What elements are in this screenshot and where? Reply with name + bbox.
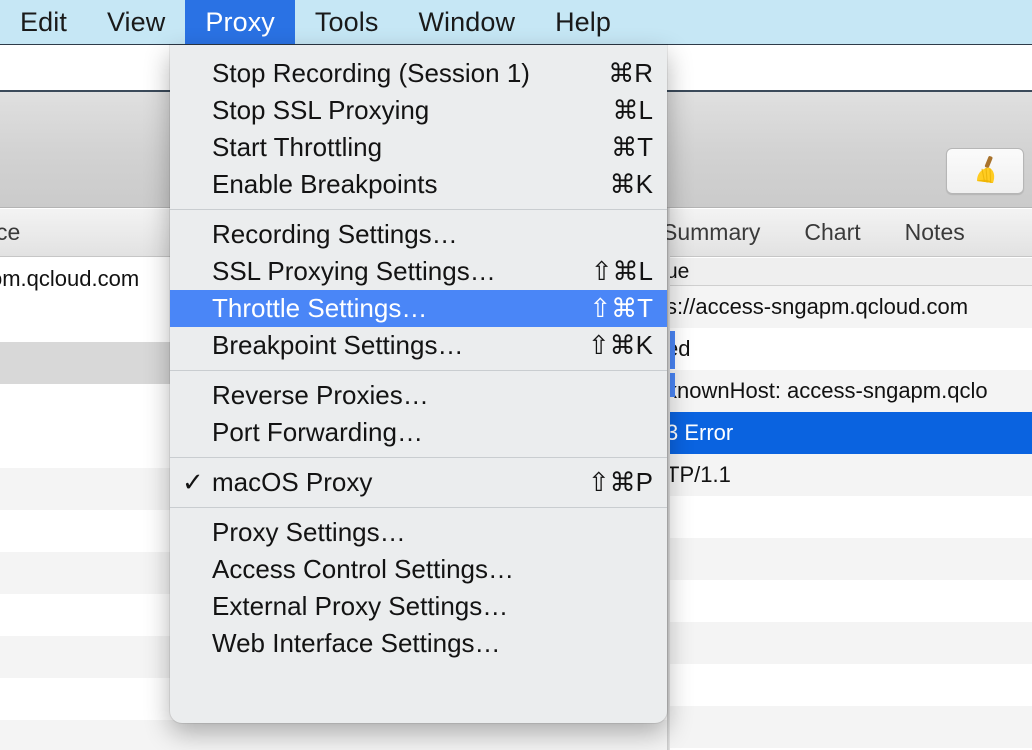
detail-row-list[interactable]: ue s://access-sngapm.qcloud.com ed knownHos… — [670, 258, 1032, 750]
menubar-item-label: Tools — [314, 6, 379, 37]
menu-bar[interactable]: Edit View Proxy Tools Window Help — [0, 0, 1032, 45]
menu-item-shortcut: ⇧⌘K — [587, 330, 653, 360]
detail-row-label: 3 Error — [670, 420, 734, 445]
menu-item-shortcut: ⌘T — [611, 132, 653, 162]
menu-item-stop-ssl-proxying[interactable]: Stop SSL Proxying ⌘L — [170, 92, 667, 129]
detail-row[interactable] — [670, 664, 1032, 706]
menu-item-throttle-settings[interactable]: Throttle Settings… ⇧⌘T — [170, 290, 667, 327]
detail-row[interactable] — [670, 706, 1032, 748]
detail-tab-bar[interactable]: Summary Chart Notes — [662, 209, 1032, 257]
detail-row-label: knownHost: access-sngapm.qclo — [670, 378, 988, 403]
list-item[interactable] — [0, 720, 667, 750]
menu-separator — [170, 507, 667, 508]
detail-row[interactable] — [670, 580, 1032, 622]
menu-separator — [170, 457, 667, 458]
checkmark-icon: ✓ — [182, 467, 204, 497]
menu-item-proxy-settings[interactable]: Proxy Settings… — [170, 514, 667, 551]
menu-item-breakpoint-settings[interactable]: Breakpoint Settings… ⇧⌘K — [170, 327, 667, 364]
detail-row[interactable] — [670, 496, 1032, 538]
menu-item-macos-proxy[interactable]: ✓ macOS Proxy ⇧⌘P — [170, 464, 667, 501]
detail-row[interactable]: knownHost: access-sngapm.qclo — [670, 370, 1032, 412]
menubar-item-label: View — [106, 6, 166, 37]
detail-column-header-label: ue — [670, 259, 690, 283]
menu-item-reverse-proxies[interactable]: Reverse Proxies… — [170, 377, 667, 414]
detail-row-label: s://access-sngapm.qcloud.com — [670, 294, 969, 319]
menubar-item-proxy[interactable]: Proxy — [185, 0, 295, 44]
tab-notes[interactable]: Notes — [905, 219, 965, 246]
list-column-header-label: ce — [0, 219, 21, 245]
menu-item-label: SSL Proxying Settings… — [212, 256, 496, 286]
menubar-item-label: Help — [555, 6, 612, 37]
menu-item-label: Start Throttling — [212, 132, 383, 162]
menu-item-label: Port Forwarding… — [212, 417, 423, 447]
menubar-item-window[interactable]: Window — [398, 0, 535, 44]
menu-item-access-control-settings[interactable]: Access Control Settings… — [170, 551, 667, 588]
menubar-item-help[interactable]: Help — [535, 0, 631, 44]
menu-item-ssl-proxying-settings[interactable]: SSL Proxying Settings… ⇧⌘L — [170, 253, 667, 290]
menu-item-label: Reverse Proxies… — [212, 380, 429, 410]
tab-label: Chart — [804, 219, 861, 245]
detail-row[interactable] — [670, 622, 1032, 664]
detail-row[interactable] — [670, 538, 1032, 580]
broom-icon — [977, 156, 995, 183]
detail-row-marker-secondary — [670, 373, 675, 397]
menu-item-label: Breakpoint Settings… — [212, 330, 464, 360]
menu-item-recording-settings[interactable]: Recording Settings… — [170, 216, 667, 253]
menu-item-label: Enable Breakpoints — [212, 169, 438, 199]
proxy-dropdown-menu[interactable]: Stop Recording (Session 1) ⌘R Stop SSL Pro… — [170, 45, 667, 723]
menu-item-label: Recording Settings… — [212, 219, 458, 249]
menu-separator — [170, 209, 667, 210]
menu-item-enable-breakpoints[interactable]: Enable Breakpoints ⌘K — [170, 166, 667, 203]
list-item-label: om.qcloud.com — [0, 266, 140, 291]
detail-column-header: ue — [670, 258, 1032, 286]
menu-item-label: Web Interface Settings… — [212, 628, 501, 658]
clear-session-button[interactable] — [946, 148, 1024, 194]
tab-label: Notes — [904, 219, 965, 245]
menu-item-stop-recording-session-1[interactable]: Stop Recording (Session 1) ⌘R — [170, 55, 667, 92]
menu-item-shortcut: ⇧⌘P — [587, 467, 653, 497]
menu-item-label: Stop SSL Proxying — [212, 95, 430, 125]
menubar-item-label: Edit — [20, 6, 67, 37]
menu-item-label: Proxy Settings… — [212, 517, 406, 547]
menu-item-shortcut: ⌘K — [609, 169, 653, 199]
menubar-item-tools[interactable]: Tools — [295, 0, 399, 44]
menubar-item-label: Window — [418, 6, 516, 37]
menu-item-shortcut: ⇧⌘T — [589, 293, 653, 323]
tab-label: Summary — [662, 219, 761, 245]
menu-item-label: Throttle Settings… — [212, 293, 428, 323]
detail-row-label: TP/1.1 — [670, 462, 731, 487]
menu-item-label: Access Control Settings… — [212, 554, 515, 584]
menubar-item-view[interactable]: View — [87, 0, 185, 44]
detail-row[interactable]: TP/1.1 — [670, 454, 1032, 496]
tab-summary[interactable]: Summary — [662, 219, 760, 246]
menu-item-label: Stop Recording (Session 1) — [212, 58, 530, 88]
menu-item-web-interface-settings[interactable]: Web Interface Settings… — [170, 625, 667, 662]
menu-item-port-forwarding[interactable]: Port Forwarding… — [170, 414, 667, 451]
tab-chart[interactable]: Chart — [804, 219, 860, 246]
menu-item-label: macOS Proxy — [212, 467, 373, 497]
menu-item-external-proxy-settings[interactable]: External Proxy Settings… — [170, 588, 667, 625]
menu-item-label: External Proxy Settings… — [212, 591, 509, 621]
detail-row-marker — [670, 331, 675, 369]
menubar-item-label: Proxy — [205, 6, 275, 37]
detail-row[interactable]: s://access-sngapm.qcloud.com — [670, 286, 1032, 328]
app-root: ce om.qcloud.com Summary Chart Notes ue s:/… — [0, 0, 1032, 750]
detail-row[interactable]: ed — [670, 328, 1032, 370]
detail-row-selected[interactable]: 3 Error — [670, 412, 1032, 454]
menu-item-shortcut: ⌘L — [612, 95, 653, 125]
menu-item-shortcut: ⇧⌘L — [590, 256, 653, 286]
menu-item-start-throttling[interactable]: Start Throttling ⌘T — [170, 129, 667, 166]
menu-item-shortcut: ⌘R — [608, 58, 653, 88]
menu-separator — [170, 370, 667, 371]
menubar-item-edit[interactable]: Edit — [0, 0, 87, 44]
